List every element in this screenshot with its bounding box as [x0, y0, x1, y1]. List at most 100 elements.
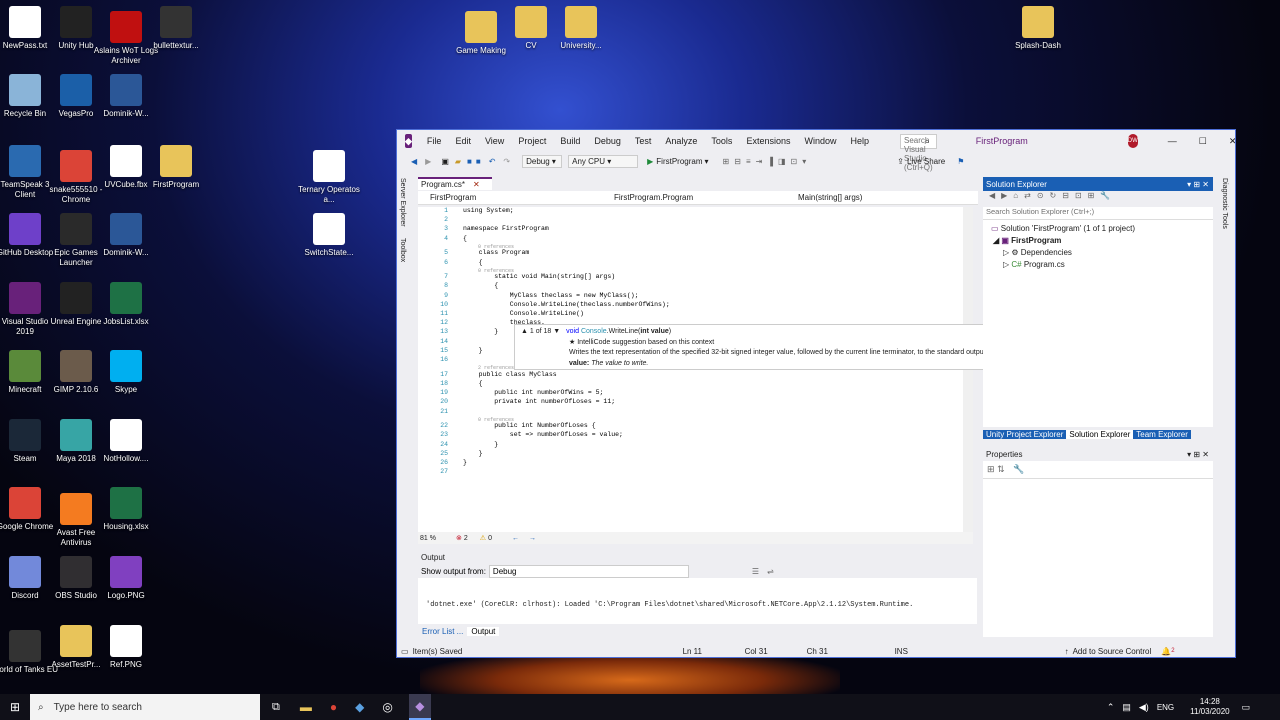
desktop-icon[interactable]: NotHollow.... — [93, 419, 159, 464]
file-explorer-icon[interactable]: ▬ — [300, 700, 312, 714]
word-wrap-icon[interactable]: ⇌ — [767, 567, 774, 576]
overload-down-icon[interactable]: ▼ — [553, 328, 560, 335]
unity-app-icon[interactable]: ◎ — [382, 700, 392, 714]
config-dropdown[interactable]: Debug ▾ — [522, 154, 563, 168]
run-button[interactable]: FirstProgram — [656, 157, 702, 166]
tab-unity-project-explorer[interactable]: Unity Project Explorer — [983, 429, 1067, 439]
toolbar-misc-icons[interactable]: ⊞⊟≡⇥▐◨⊡▾ — [723, 157, 812, 166]
redo-icon[interactable]: ↷ — [503, 157, 510, 166]
se-project-node[interactable]: ◢ ▣ FirstProgram — [983, 235, 1213, 247]
menu-item-file[interactable]: File — [427, 136, 442, 146]
desktop-icon[interactable]: Logo.PNG — [93, 556, 159, 601]
undo-icon[interactable]: ↶ — [489, 157, 496, 166]
tab-team-explorer[interactable]: Team Explorer — [1133, 429, 1191, 439]
search-input[interactable]: Search Visual Studio (Ctrl+Q) — [900, 133, 937, 172]
desktop-icon[interactable]: Ref.PNG — [93, 625, 159, 670]
zoom-dropdown[interactable]: 81 % — [420, 535, 456, 542]
run-dropdown-icon[interactable]: ▾ — [705, 157, 709, 166]
desktop-icon[interactable]: Ternary Operatos a... — [296, 150, 362, 205]
tab-output[interactable]: Output — [467, 626, 500, 636]
side-tab-toolbox[interactable]: Toolbox — [399, 238, 406, 262]
desktop-icon[interactable]: Skype — [93, 350, 159, 395]
language-indicator[interactable]: ENG — [1157, 703, 1174, 712]
menu-item-test[interactable]: Test — [635, 136, 652, 146]
properties-pin-icon[interactable]: ▾ ⊞ ✕ — [1187, 450, 1209, 459]
nav-type-dropdown[interactable]: FirstProgram.Program — [604, 193, 790, 202]
menu-item-project[interactable]: Project — [518, 136, 546, 146]
desktop-icon[interactable]: JobsList.xlsx — [93, 282, 159, 327]
add-to-source-control-button[interactable]: Add to Source Control — [1073, 647, 1152, 656]
se-dependencies-node[interactable]: ▷ ⚙ Dependencies — [983, 247, 1213, 259]
nav-project-dropdown[interactable]: FirstProgram — [418, 193, 604, 202]
save-all-icon[interactable]: ■ — [476, 157, 481, 166]
live-share-button[interactable]: Live Share — [907, 157, 945, 166]
maya-icon — [60, 419, 92, 451]
next-issue-icon[interactable]: → — [529, 535, 536, 542]
teams-app-icon[interactable]: ◆ — [355, 700, 364, 714]
menu-item-tools[interactable]: Tools — [711, 136, 732, 146]
desktop-icon[interactable]: Dominik-W... — [93, 213, 159, 258]
open-icon[interactable]: ▰ — [455, 157, 461, 166]
save-icon[interactable]: ■ — [467, 157, 472, 166]
overload-up-icon[interactable]: ▲ — [521, 328, 528, 335]
nav-member-dropdown[interactable]: Main(string[] args) — [790, 193, 976, 202]
prev-issue-icon[interactable]: ← — [512, 535, 519, 542]
menu-item-window[interactable]: Window — [804, 136, 836, 146]
side-tab-server-explorer[interactable]: Server Explorer — [399, 178, 406, 227]
clock[interactable]: 14:28 11/03/2020 — [1190, 697, 1229, 717]
clear-output-icon[interactable]: ☰ — [752, 567, 759, 576]
se-solution-node[interactable]: ▭ Solution 'FirstProgram' (1 of 1 projec… — [983, 223, 1213, 235]
alphabetical-icon[interactable]: ⇅ — [997, 464, 1005, 474]
tab-error-list[interactable]: Error List ... — [418, 627, 467, 636]
menu-item-debug[interactable]: Debug — [594, 136, 621, 146]
taskbar-search-box[interactable]: ⌕ Type here to search — [30, 694, 260, 720]
error-count[interactable]: 2 — [464, 535, 468, 542]
tab-solution-explorer[interactable]: Solution Explorer — [1066, 429, 1134, 439]
solution-icon: ▭ — [991, 224, 999, 233]
tab-program-cs[interactable]: Program.cs* ✕ — [418, 177, 492, 190]
menu-item-help[interactable]: Help — [850, 136, 869, 146]
se-search-input[interactable]: Search Solution Explorer (Ctrl+;) — [983, 207, 1213, 220]
close-icon[interactable]: ✕ — [1229, 136, 1235, 147]
minimize-icon[interactable]: — — [1168, 136, 1177, 146]
menu-item-view[interactable]: View — [485, 136, 504, 146]
avatar[interactable]: DW — [1127, 134, 1138, 148]
platform-dropdown[interactable]: Any CPU ▾ — [568, 154, 639, 168]
side-tab-diagnostic-tools[interactable]: Diagnostic Tools — [1221, 178, 1228, 229]
desktop-icon[interactable]: Splash-Dash — [1005, 6, 1071, 51]
task-view-icon[interactable]: ⧉ — [272, 701, 280, 714]
feedback-icon[interactable]: ⚑ — [957, 157, 964, 166]
action-center-icon[interactable]: ▭ — [1242, 702, 1251, 713]
desktop-icon[interactable]: bullettextur... — [143, 6, 209, 51]
network-icon[interactable]: ▤ — [1122, 702, 1131, 713]
categorized-icon[interactable]: ⊞ — [987, 464, 995, 474]
output-source-dropdown[interactable]: Debug — [488, 564, 689, 578]
chrome-icon[interactable]: ● — [330, 700, 337, 714]
desktop-icon[interactable]: University... — [548, 6, 614, 51]
desktop-icon[interactable]: Dominik-W... — [93, 74, 159, 119]
back-icon[interactable]: ◀ — [411, 157, 417, 166]
desktop-icon[interactable]: Housing.xlsx — [93, 487, 159, 532]
desktop-icon[interactable]: SwitchState... — [296, 213, 362, 258]
editor-vertical-scrollbar[interactable] — [963, 207, 973, 537]
show-hidden-icons-icon[interactable]: ⌃ — [1107, 702, 1115, 713]
run-icon[interactable]: ▶ — [647, 157, 653, 166]
notifications-icon[interactable]: 🔔 — [1161, 647, 1171, 656]
new-project-icon[interactable]: ▣ — [441, 157, 449, 166]
desktop-icon[interactable]: FirstProgram — [143, 145, 209, 190]
close-tab-icon[interactable]: ✕ — [473, 180, 480, 189]
visual-studio-app-icon[interactable]: ◆ — [408, 694, 431, 720]
menu-item-edit[interactable]: Edit — [455, 136, 471, 146]
panel-pin-icon[interactable]: ▾ ⊞ ✕ — [1187, 180, 1209, 189]
forward-icon[interactable]: ▶ — [425, 157, 431, 166]
menu-item-analyze[interactable]: Analyze — [665, 136, 697, 146]
start-windows-icon[interactable]: ⊞ — [0, 700, 30, 714]
code-editor[interactable]: 1 using System; 2 3 namespace FirstProgram 4 {… — [418, 207, 969, 537]
menu-item-build[interactable]: Build — [560, 136, 580, 146]
warning-count[interactable]: 0 — [488, 535, 492, 542]
menu-item-extensions[interactable]: Extensions — [746, 136, 790, 146]
volume-icon[interactable]: ◀) — [1139, 702, 1149, 713]
property-pages-icon[interactable]: 🔧 — [1013, 464, 1024, 474]
maximize-icon[interactable]: ☐ — [1199, 136, 1207, 147]
se-program-cs-node[interactable]: ▷ C# Program.cs — [983, 259, 1213, 271]
